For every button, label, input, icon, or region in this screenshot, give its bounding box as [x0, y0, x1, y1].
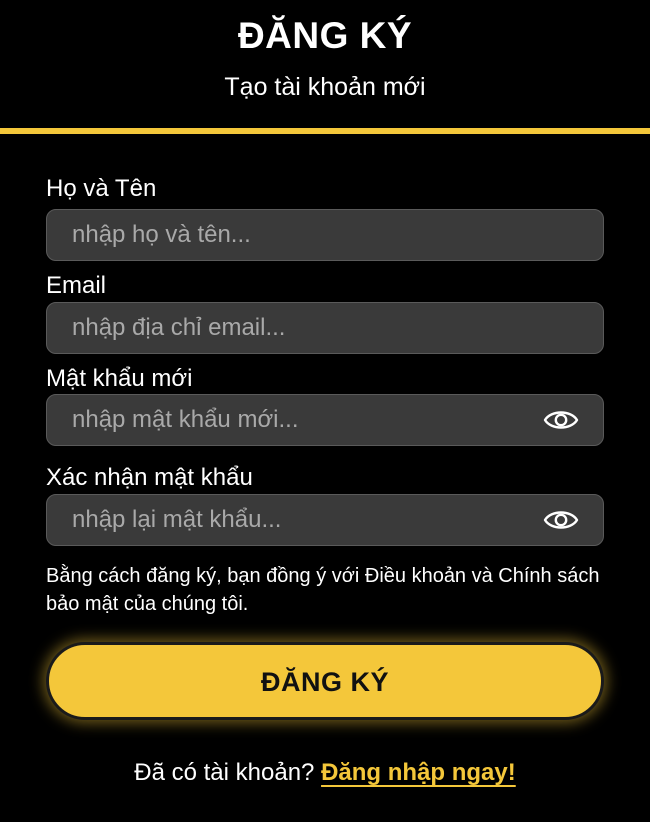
new-password-field-box: [46, 394, 604, 446]
full-name-input[interactable]: [47, 210, 603, 260]
confirm-password-input[interactable]: [47, 495, 603, 545]
terms-notice: Bằng cách đăng ký, bạn đồng ý với Điều k…: [46, 565, 600, 615]
email-label: Email: [46, 272, 107, 299]
full-name-label: Họ và Tên: [46, 175, 157, 202]
page-header: ĐĂNG KÝ Tạo tài khoản mới: [0, 0, 650, 130]
full-name-field-box: [46, 209, 604, 261]
confirm-password-label: Xác nhận mật khẩu: [46, 464, 253, 491]
new-password-label: Mật khẩu mới: [46, 365, 193, 392]
page-title: ĐĂNG KÝ: [237, 15, 413, 56]
eye-icon[interactable]: [543, 408, 579, 432]
new-password-input[interactable]: [47, 395, 603, 445]
email-input[interactable]: [47, 303, 603, 353]
register-button[interactable]: ĐĂNG KÝ: [46, 642, 604, 720]
confirm-password-field-box: [46, 494, 604, 546]
login-prompt-text: Đã có tài khoản?: [134, 759, 322, 786]
page-subtitle: Tạo tài khoản mới: [224, 73, 426, 101]
login-prompt: Đã có tài khoản? Đăng nhập ngay!: [0, 756, 650, 790]
eye-icon[interactable]: [543, 508, 579, 532]
email-field-box: [46, 302, 604, 354]
header-divider: [0, 128, 650, 134]
login-link[interactable]: Đăng nhập ngay!: [321, 759, 516, 786]
